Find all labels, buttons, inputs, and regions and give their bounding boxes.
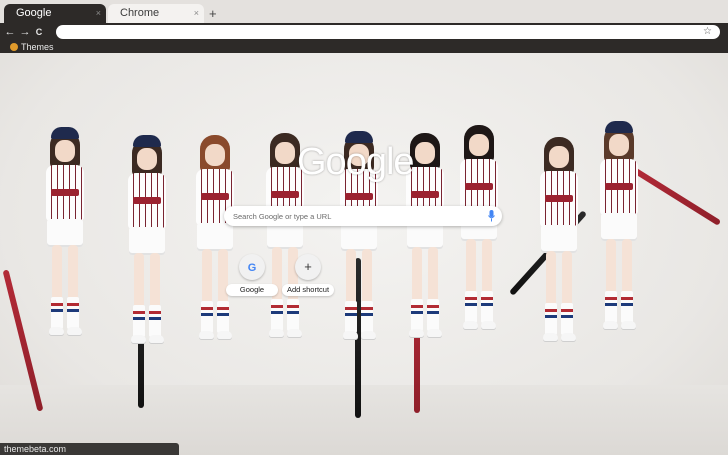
search-input[interactable] xyxy=(233,208,473,224)
google-logo: Google xyxy=(297,141,415,183)
bookmark-star-icon[interactable]: ☆ xyxy=(703,25,712,39)
tab-google[interactable]: Google × xyxy=(4,4,106,23)
add-shortcut-button[interactable]: + Add shortcut xyxy=(282,254,334,302)
close-tab-icon[interactable]: × xyxy=(96,4,101,23)
bookmarks-bar: Themes xyxy=(0,41,728,53)
themes-favicon-icon xyxy=(10,43,18,51)
new-tab-button[interactable]: + xyxy=(209,5,217,23)
bookmark-themes[interactable]: Themes xyxy=(10,41,54,53)
tab-label: Google xyxy=(16,7,52,19)
back-arrow-icon[interactable]: ← xyxy=(4,23,16,41)
shortcut-label: Google xyxy=(226,284,278,296)
google-g-icon: G xyxy=(239,254,265,280)
omnibox[interactable]: ☆ xyxy=(56,25,720,39)
shortcut-google[interactable]: G Google xyxy=(226,254,278,302)
forward-arrow-icon[interactable]: → xyxy=(19,23,31,41)
search-box[interactable] xyxy=(224,206,502,226)
shortcut-label: Add shortcut xyxy=(282,284,334,296)
tab-chrome[interactable]: Chrome × xyxy=(108,4,204,23)
bookmark-label: Themes xyxy=(21,42,54,52)
status-bubble: themebeta.com xyxy=(0,443,179,455)
toolbar: ← → C ☆ xyxy=(0,23,728,41)
close-tab-icon[interactable]: × xyxy=(194,4,199,23)
tab-strip: Google × Chrome × + xyxy=(0,0,728,23)
plus-icon: + xyxy=(295,254,321,280)
tab-label: Chrome xyxy=(120,7,160,19)
new-tab-page: Google G Google + Add shortcut xyxy=(0,53,728,455)
reload-icon[interactable]: C xyxy=(33,23,45,41)
baseball-bat xyxy=(628,165,722,226)
microphone-icon[interactable] xyxy=(488,210,495,222)
